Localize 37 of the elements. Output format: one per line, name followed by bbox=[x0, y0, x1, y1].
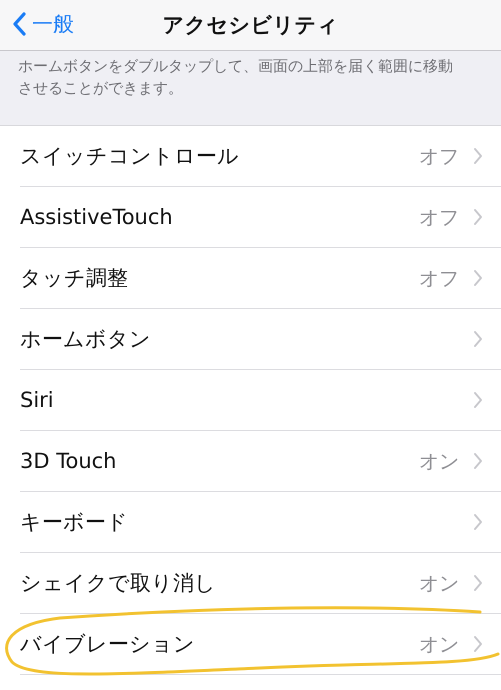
chevron-icon bbox=[473, 208, 483, 226]
row-label: ホームボタン bbox=[20, 326, 152, 353]
row-value: オン bbox=[419, 570, 459, 596]
settings-row[interactable]: AssistiveTouch オフ bbox=[20, 187, 501, 248]
row-value: オン bbox=[419, 448, 459, 474]
settings-row[interactable]: タッチ調整 オフ bbox=[20, 248, 501, 309]
row-value: オフ bbox=[419, 204, 459, 230]
row-label: AssistiveTouch bbox=[20, 205, 174, 229]
chevron-icon bbox=[473, 574, 483, 592]
settings-row[interactable]: バイブレーション オン bbox=[20, 614, 501, 675]
row-label: タッチ調整 bbox=[20, 265, 129, 292]
row-label: スイッチコントロール bbox=[20, 143, 240, 170]
settings-row[interactable]: キーボード bbox=[20, 492, 501, 553]
chevron-icon bbox=[473, 147, 483, 165]
back-chevron-icon bbox=[12, 12, 26, 36]
settings-row[interactable]: シェイクで取り消し オン bbox=[20, 553, 501, 614]
row-value: オフ bbox=[419, 142, 459, 170]
settings-row[interactable]: 3D Touch オン bbox=[20, 431, 501, 492]
row-label: キーボード bbox=[20, 509, 129, 536]
chevron-icon bbox=[473, 391, 483, 409]
row-value: オフ bbox=[419, 264, 459, 292]
row-value: オン bbox=[419, 630, 459, 658]
row-label: バイブレーション bbox=[20, 631, 196, 658]
chevron-icon bbox=[473, 452, 483, 470]
description-text: ホームボタンをダブルタップして、画面の上部を届く範囲に移動させることができます。 bbox=[18, 56, 454, 99]
settings-row[interactable]: ホームボタン bbox=[20, 309, 501, 370]
chevron-icon bbox=[473, 513, 483, 531]
window-title: アクセシビリティ bbox=[162, 12, 338, 39]
back-button[interactable]: 一般 bbox=[10, 8, 76, 40]
row-label: シェイクで取り消し bbox=[20, 570, 217, 597]
settings-row[interactable]: Siri bbox=[20, 370, 501, 431]
chevron-icon bbox=[473, 269, 483, 287]
chevron-icon bbox=[473, 330, 483, 348]
settings-row[interactable]: スイッチコントロール オフ bbox=[20, 126, 501, 187]
row-label: 3D Touch bbox=[20, 449, 118, 473]
row-label: Siri bbox=[20, 388, 55, 412]
chevron-icon bbox=[473, 635, 483, 653]
